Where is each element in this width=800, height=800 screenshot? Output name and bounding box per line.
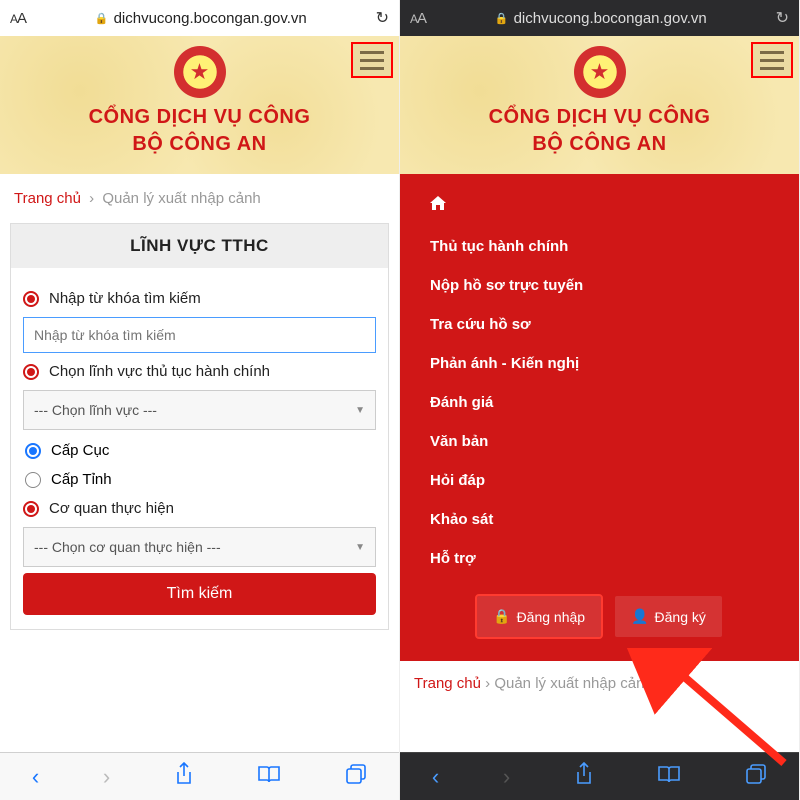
lock-icon: 🔒 [95, 12, 109, 25]
agency-select[interactable]: --- Chọn cơ quan thực hiện --- ▼ [23, 527, 376, 567]
text-size-icon[interactable]: AA [410, 10, 426, 27]
menu-item[interactable]: Văn bản [404, 422, 795, 461]
level-cuc-row[interactable]: Cấp Cục [23, 442, 376, 459]
back-icon[interactable]: ‹ [32, 764, 39, 790]
breadcrumb: Trang chủ › Quản lý xuất nhập cảnh [0, 174, 399, 223]
safari-toolbar: ‹ › [0, 752, 399, 800]
radio-unselected-icon [25, 472, 41, 488]
agency-label: Cơ quan thực hiện [49, 500, 174, 517]
reload-icon[interactable]: ↻ [376, 8, 389, 28]
site-banner: CỔNG DỊCH VỤ CÔNG BỘ CÔNG AN [0, 36, 399, 174]
expanded-menu: Thủ tục hành chính Nộp hồ sơ trực tuyến … [400, 174, 799, 661]
menu-item[interactable]: Thủ tục hành chính [404, 227, 795, 266]
url-text: dichvucong.bocongan.gov.vn [114, 10, 307, 27]
bookmarks-icon[interactable] [257, 764, 281, 790]
tabs-icon[interactable] [345, 763, 367, 791]
register-button[interactable]: 👤 Đăng ký [615, 596, 722, 637]
safari-address-bar: AA 🔒 dichvucong.bocongan.gov.vn ↻ [400, 0, 799, 36]
keyword-label: Nhập từ khóa tìm kiếm [49, 290, 201, 307]
title-line1: CỔNG DỊCH VỤ CÔNG [8, 104, 391, 131]
site-title: CỔNG DỊCH VỤ CÔNG BỘ CÔNG AN [8, 104, 391, 158]
breadcrumb-home[interactable]: Trang chủ [14, 190, 81, 207]
title-line1: CỔNG DỊCH VỤ CÔNG [408, 104, 791, 131]
menu-item[interactable]: Nộp hồ sơ trực tuyến [404, 266, 795, 305]
text-size-icon[interactable]: AA [10, 10, 26, 27]
login-button[interactable]: 🔒 Đăng nhập [477, 596, 601, 637]
hamburger-icon [360, 51, 384, 70]
agency-label-row: Cơ quan thực hiện [23, 500, 376, 517]
title-line2: BỘ CÔNG AN [8, 131, 391, 158]
register-label: Đăng ký [655, 609, 706, 625]
auth-row: 🔒 Đăng nhập 👤 Đăng ký [404, 578, 795, 641]
breadcrumb-current: Quản lý xuất nhập cảnh [494, 675, 652, 692]
phone-left: AA 🔒 dichvucong.bocongan.gov.vn ↻ CỔNG D… [0, 0, 400, 800]
login-label: Đăng nhập [517, 609, 586, 625]
field-label: Chọn lĩnh vực thủ tục hành chính [49, 363, 270, 380]
back-icon[interactable]: ‹ [432, 764, 439, 790]
forward-icon[interactable]: › [503, 764, 510, 790]
menu-item[interactable]: Phản ánh - Kiến nghị [404, 344, 795, 383]
keyword-input[interactable] [23, 317, 376, 353]
field-select[interactable]: --- Chọn lĩnh vực --- ▼ [23, 390, 376, 430]
site-banner: CỔNG DỊCH VỤ CÔNG BỘ CÔNG AN [400, 36, 799, 174]
breadcrumb: Trang chủ › Quản lý xuất nhập cảnh [400, 661, 799, 692]
lock-icon: 🔒 [495, 12, 509, 25]
level2-label: Cấp Tỉnh [51, 471, 112, 488]
user-plus-icon: 👤 [631, 608, 648, 625]
lock-icon: 🔒 [493, 608, 510, 625]
share-icon[interactable] [574, 762, 594, 792]
menu-item[interactable]: Hỗ trợ [404, 539, 795, 578]
menu-button[interactable] [351, 42, 393, 78]
emblem-logo [574, 46, 626, 98]
menu-item[interactable]: Đánh giá [404, 383, 795, 422]
share-icon[interactable] [174, 762, 194, 792]
agency-select-value: --- Chọn cơ quan thực hiện --- [34, 539, 221, 555]
field-select-value: --- Chọn lĩnh vực --- [34, 402, 157, 418]
breadcrumb-current: Quản lý xuất nhập cảnh [102, 190, 260, 207]
field-label-row: Chọn lĩnh vực thủ tục hành chính [23, 363, 376, 380]
radio-selected-icon [25, 443, 41, 459]
forward-icon[interactable]: › [103, 764, 110, 790]
chevron-down-icon: ▼ [355, 405, 365, 416]
hamburger-icon [760, 51, 784, 70]
search-panel: LĨNH VỰC TTHC Nhập từ khóa tìm kiếm Chọn… [10, 223, 389, 630]
level-tinh-row[interactable]: Cấp Tỉnh [23, 471, 376, 488]
url-display[interactable]: 🔒 dichvucong.bocongan.gov.vn [434, 10, 768, 27]
main-content: LĨNH VỰC TTHC Nhập từ khóa tìm kiếm Chọn… [0, 223, 399, 752]
menu-item[interactable]: Hỏi đáp [404, 461, 795, 500]
breadcrumb-home[interactable]: Trang chủ [414, 675, 481, 692]
bullet-icon [23, 364, 39, 380]
panel-body: Nhập từ khóa tìm kiếm Chọn lĩnh vực thủ … [11, 268, 388, 629]
home-icon [430, 196, 446, 210]
search-button[interactable]: Tìm kiếm [23, 573, 376, 615]
safari-address-bar: AA 🔒 dichvucong.bocongan.gov.vn ↻ [0, 0, 399, 36]
bullet-icon [23, 291, 39, 307]
breadcrumb-sep: › [89, 190, 94, 207]
reload-icon[interactable]: ↻ [776, 8, 789, 28]
phone-right: AA 🔒 dichvucong.bocongan.gov.vn ↻ CỔNG D… [400, 0, 800, 800]
level1-label: Cấp Cục [51, 442, 109, 459]
menu-home-link[interactable] [404, 192, 795, 227]
emblem-logo [174, 46, 226, 98]
url-text: dichvucong.bocongan.gov.vn [514, 10, 707, 27]
panel-title: LĨNH VỰC TTHC [11, 224, 388, 268]
keyword-label-row: Nhập từ khóa tìm kiếm [23, 290, 376, 307]
bookmarks-icon[interactable] [657, 764, 681, 790]
menu-item[interactable]: Tra cứu hồ sơ [404, 305, 795, 344]
chevron-down-icon: ▼ [355, 542, 365, 553]
site-title: CỔNG DỊCH VỤ CÔNG BỘ CÔNG AN [408, 104, 791, 158]
safari-toolbar: ‹ › [400, 752, 799, 800]
title-line2: BỘ CÔNG AN [408, 131, 791, 158]
tabs-icon[interactable] [745, 763, 767, 791]
menu-button[interactable] [751, 42, 793, 78]
breadcrumb-sep: › [485, 675, 490, 692]
url-display[interactable]: 🔒 dichvucong.bocongan.gov.vn [34, 10, 368, 27]
bullet-icon [23, 501, 39, 517]
menu-item[interactable]: Khảo sát [404, 500, 795, 539]
